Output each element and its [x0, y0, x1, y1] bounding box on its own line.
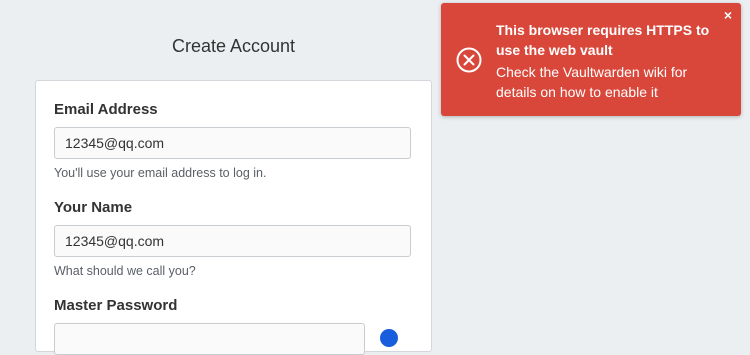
toast-message: Check the Vaultwarden wiki for details o… — [496, 64, 688, 100]
name-field[interactable]: 12345@qq.com — [54, 225, 411, 257]
email-field[interactable]: 12345@qq.com — [54, 127, 411, 159]
create-account-form: Email Address 12345@qq.com You'll use yo… — [35, 80, 432, 355]
email-help-text: You'll use your email address to log in. — [54, 166, 267, 180]
close-icon[interactable]: × — [724, 7, 732, 23]
master-password-field[interactable] — [54, 323, 365, 355]
page-title: Create Account — [171, 36, 296, 56]
email-label: Email Address — [54, 101, 158, 118]
name-help-text: What should we call you? — [54, 264, 196, 278]
toast-title: This browser requires HTTPS to use the w… — [496, 22, 710, 58]
info-icon[interactable] — [380, 329, 398, 347]
error-circle-x-icon — [456, 47, 482, 73]
error-toast[interactable]: This browser requires HTTPS to use the w… — [441, 3, 741, 116]
master-password-label: Master Password — [54, 297, 178, 314]
name-label: Your Name — [54, 199, 133, 216]
